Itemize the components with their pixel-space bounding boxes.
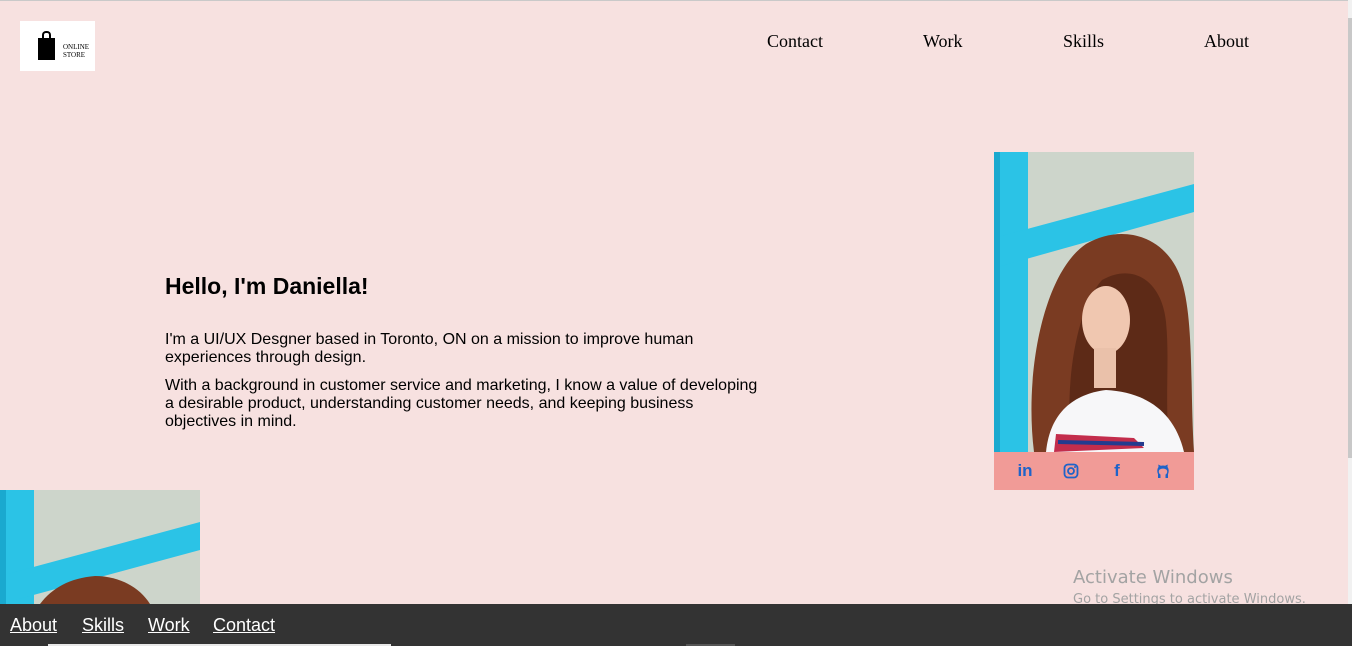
profile-photo (994, 152, 1194, 452)
window-top-border (0, 0, 1352, 1)
nav-link-work[interactable]: Work (923, 31, 963, 52)
footer-link-about[interactable]: About (10, 615, 57, 636)
nav-link-about[interactable]: About (1204, 31, 1249, 52)
profile-card: in f (994, 152, 1194, 490)
footer-link-work[interactable]: Work (148, 615, 190, 636)
logo-text: ONLINE STORE (63, 43, 97, 59)
profile-photo-secondary (0, 490, 200, 604)
site-logo[interactable]: ONLINE STORE (20, 21, 95, 71)
social-links-bar: in f (994, 452, 1194, 490)
footer-nav: About Skills Work Contact (0, 604, 1352, 646)
nav-link-skills[interactable]: Skills (1063, 31, 1104, 52)
linkedin-icon[interactable]: in (1014, 460, 1036, 482)
logo-text-line2: STORE (63, 51, 86, 59)
hero-paragraph-2: With a background in customer service an… (165, 377, 758, 430)
instagram-icon[interactable] (1060, 460, 1082, 482)
scrollbar-thumb[interactable] (1348, 18, 1352, 458)
nav-link-contact[interactable]: Contact (767, 31, 823, 52)
shopping-bag-icon (38, 31, 55, 60)
hero-paragraph-1: I'm a UI/UX Desgner based in Toronto, ON… (165, 331, 694, 366)
facebook-icon[interactable]: f (1106, 460, 1128, 482)
footer-link-skills[interactable]: Skills (82, 615, 124, 636)
github-icon[interactable] (1152, 460, 1174, 482)
logo-text-line1: ONLINE (63, 43, 90, 51)
hero-title: Hello, I'm Daniella! (165, 273, 369, 299)
windows-activation-title: Activate Windows (1073, 567, 1233, 588)
footer-link-contact[interactable]: Contact (213, 615, 275, 636)
